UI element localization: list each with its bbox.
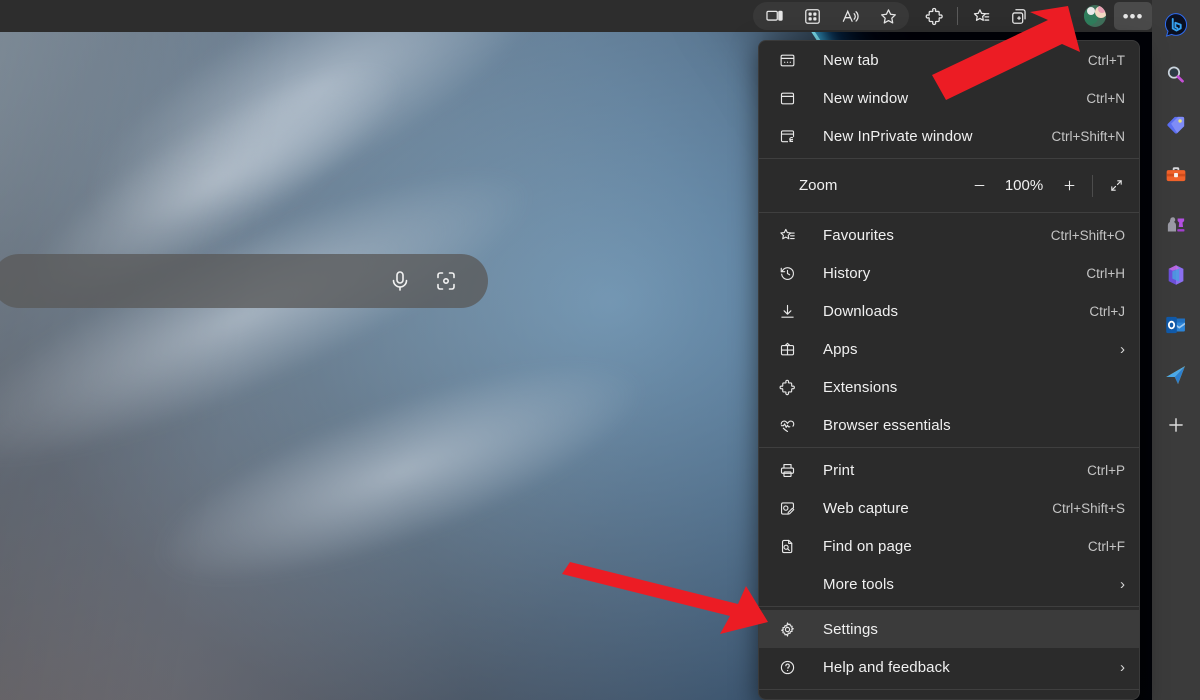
menu-separator [759,689,1139,690]
menu-item-label: New window [799,90,1086,107]
new-tab-icon [775,52,799,69]
menu-item-label: New InPrivate window [799,128,1051,145]
extensions-puzzle-icon [775,379,799,396]
menu-item-label: Settings [799,621,1125,638]
menu-item-extensions[interactable]: Extensions [759,368,1139,406]
menu-item-label: Extensions [799,379,1125,396]
read-aloud-icon[interactable] [831,2,869,30]
menu-item-label: Apps [799,341,1110,358]
search-input[interactable] [0,254,488,308]
menu-item-favourites[interactable]: Favourites Ctrl+Shift+O [759,216,1139,254]
menu-item-label: Favourites [799,227,1051,244]
favourites-star-icon [775,227,799,244]
menu-item-web-capture[interactable]: Web capture Ctrl+Shift+S [759,489,1139,527]
menu-item-new-window[interactable]: New window Ctrl+N [759,79,1139,117]
sidebar-tools-icon[interactable] [1157,156,1195,194]
menu-item-label: More tools [775,576,1110,593]
settings-and-more-button[interactable]: ••• [1114,2,1152,30]
fullscreen-button[interactable] [1099,171,1133,201]
copilot-bing-icon[interactable] [1157,6,1195,44]
menu-item-more-tools[interactable]: More tools › [759,565,1139,603]
menu-zoom-row: Zoom 100% [759,162,1139,209]
downloads-arrow-icon [775,303,799,320]
sidebar-games-icon[interactable] [1157,206,1195,244]
menu-item-label: New tab [799,52,1088,69]
history-clock-icon [775,265,799,282]
menu-item-find-on-page[interactable]: Find on page Ctrl+F [759,527,1139,565]
menu-item-settings[interactable]: Settings [759,610,1139,648]
menu-item-shortcut: Ctrl+H [1086,266,1125,281]
edge-sidebar [1152,0,1200,700]
menu-item-browser-essentials[interactable]: Browser essentials [759,406,1139,444]
menu-item-print[interactable]: Print Ctrl+P [759,451,1139,489]
new-window-icon [775,90,799,107]
menu-item-shortcut: Ctrl+P [1087,463,1125,478]
sidebar-add-icon[interactable] [1157,406,1195,444]
chevron-right-icon: › [1110,341,1125,358]
edge-browser-window: ••• [0,0,1200,700]
help-question-icon [775,659,799,676]
menu-item-label: Downloads [799,303,1089,320]
zoom-separator [1092,175,1093,197]
menu-separator [759,606,1139,607]
menu-separator [759,158,1139,159]
menu-item-shortcut: Ctrl+Shift+N [1051,129,1125,144]
favourites-list-icon[interactable] [962,2,1000,30]
menu-item-new-tab[interactable]: New tab Ctrl+T [759,41,1139,79]
menu-item-history[interactable]: History Ctrl+H [759,254,1139,292]
menu-item-label: Browser essentials [799,417,1125,434]
settings-and-more-menu: New tab Ctrl+T New window Ctrl+N New [758,40,1140,700]
extensions-puzzle-icon[interactable] [915,2,953,30]
menu-separator [759,447,1139,448]
menu-item-downloads[interactable]: Downloads Ctrl+J [759,292,1139,330]
menu-separator [759,212,1139,213]
collections-grid-icon[interactable] [793,2,831,30]
printer-icon [775,462,799,479]
ellipsis-icon: ••• [1123,8,1144,25]
inprivate-window-icon [775,128,799,145]
chevron-right-icon: › [1110,659,1125,676]
toolbar-separator [957,7,958,25]
menu-item-close-microsoft-edge[interactable]: Close Microsoft Edge [759,693,1139,700]
microphone-icon[interactable] [388,269,412,293]
sidebar-drop-icon[interactable] [1157,356,1195,394]
menu-item-shortcut: Ctrl+J [1089,304,1125,319]
browser-toolbar: ••• [0,0,1152,32]
menu-item-help-and-feedback[interactable]: Help and feedback › [759,648,1139,686]
menu-item-label: Web capture [799,500,1052,517]
sidebar-outlook-icon[interactable] [1157,306,1195,344]
visual-search-icon[interactable] [434,269,458,293]
menu-item-new-inprivate-window[interactable]: New InPrivate window Ctrl+Shift+N [759,117,1139,155]
menu-item-shortcut: Ctrl+Shift+O [1051,228,1125,243]
find-on-page-icon [775,538,799,555]
menu-item-shortcut: Ctrl+F [1088,539,1125,554]
sidebar-office-icon[interactable] [1157,256,1195,294]
zoom-value: 100% [996,177,1052,194]
menu-item-shortcut: Ctrl+N [1086,91,1125,106]
sidebar-shopping-tag-icon[interactable] [1157,106,1195,144]
zoom-out-button[interactable] [962,171,996,201]
menu-item-label: History [799,265,1086,282]
browser-essentials-icon[interactable] [1038,2,1076,30]
sidebar-search-icon[interactable] [1157,56,1195,94]
menu-item-shortcut: Ctrl+T [1088,53,1125,68]
menu-item-shortcut: Ctrl+Shift+S [1052,501,1125,516]
browser-essentials-icon [775,417,799,434]
toolbar-pill-group [753,2,909,30]
web-capture-icon [775,500,799,517]
zoom-in-button[interactable] [1052,171,1086,201]
menu-item-label: Help and feedback [799,659,1110,676]
zoom-label: Zoom [775,177,962,194]
profile-avatar[interactable] [1076,2,1114,30]
apps-grid-icon [775,341,799,358]
split-screen-icon[interactable] [755,2,793,30]
favourite-star-icon[interactable] [869,2,907,30]
gear-icon [775,621,799,638]
menu-item-apps[interactable]: Apps › [759,330,1139,368]
tab-actions-icon[interactable] [1000,2,1038,30]
chevron-right-icon: › [1110,576,1125,593]
menu-item-label: Print [799,462,1087,479]
menu-item-label: Find on page [799,538,1088,555]
